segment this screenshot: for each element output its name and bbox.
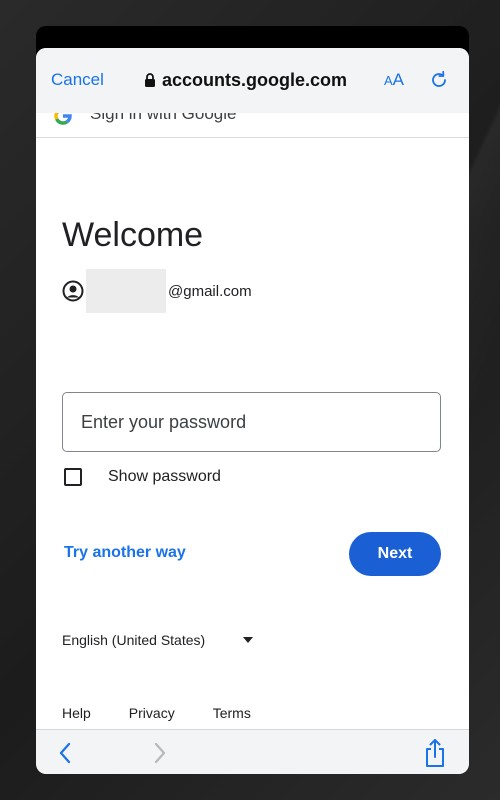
cancel-button[interactable]: Cancel <box>51 70 104 90</box>
language-label: English (United States) <box>62 632 206 648</box>
reader-text-size-button[interactable]: AA <box>384 70 404 90</box>
email-redaction <box>86 269 166 313</box>
account-chip[interactable]: @gmail.com <box>62 269 252 313</box>
privacy-link[interactable]: Privacy <box>129 705 175 721</box>
url-text: accounts.google.com <box>162 69 348 90</box>
chevron-left-icon[interactable] <box>58 742 72 764</box>
try-another-way-link[interactable]: Try another way <box>64 544 186 562</box>
show-password-label: Show password <box>108 468 221 485</box>
browser-bottom-bar <box>36 729 469 774</box>
terms-link[interactable]: Terms <box>213 705 251 721</box>
account-circle-icon <box>62 280 84 302</box>
password-input[interactable] <box>62 392 441 452</box>
account-email: @gmail.com <box>168 282 252 300</box>
next-button[interactable]: Next <box>349 532 441 576</box>
language-selector[interactable]: English (United States) <box>62 632 254 648</box>
banner-text: Sign in with Google <box>90 113 237 123</box>
lock-icon <box>145 73 155 87</box>
browser-top-bar: Cancel accounts.google.com AA <box>36 48 469 114</box>
caret-down-icon <box>243 637 254 643</box>
aa-big-label: A <box>392 70 405 89</box>
google-logo-icon <box>54 113 72 125</box>
sign-in-with-google-banner: Sign in with Google <box>36 113 469 138</box>
help-link[interactable]: Help <box>62 705 91 721</box>
aa-small-label: A <box>384 73 393 88</box>
footer-links: Help Privacy Terms <box>62 705 289 721</box>
browser-sheet: Cancel accounts.google.com AA Sign in wi… <box>36 26 469 774</box>
reload-icon[interactable] <box>428 69 450 91</box>
page-title: Welcome <box>62 216 204 254</box>
browser-content: Cancel accounts.google.com AA Sign in wi… <box>36 48 469 774</box>
show-password-checkbox[interactable] <box>64 468 82 486</box>
share-icon[interactable] <box>422 738 448 768</box>
address-bar[interactable]: accounts.google.com <box>144 68 347 92</box>
show-password-toggle[interactable]: Show password <box>64 468 221 486</box>
chevron-right-icon[interactable] <box>153 742 167 764</box>
